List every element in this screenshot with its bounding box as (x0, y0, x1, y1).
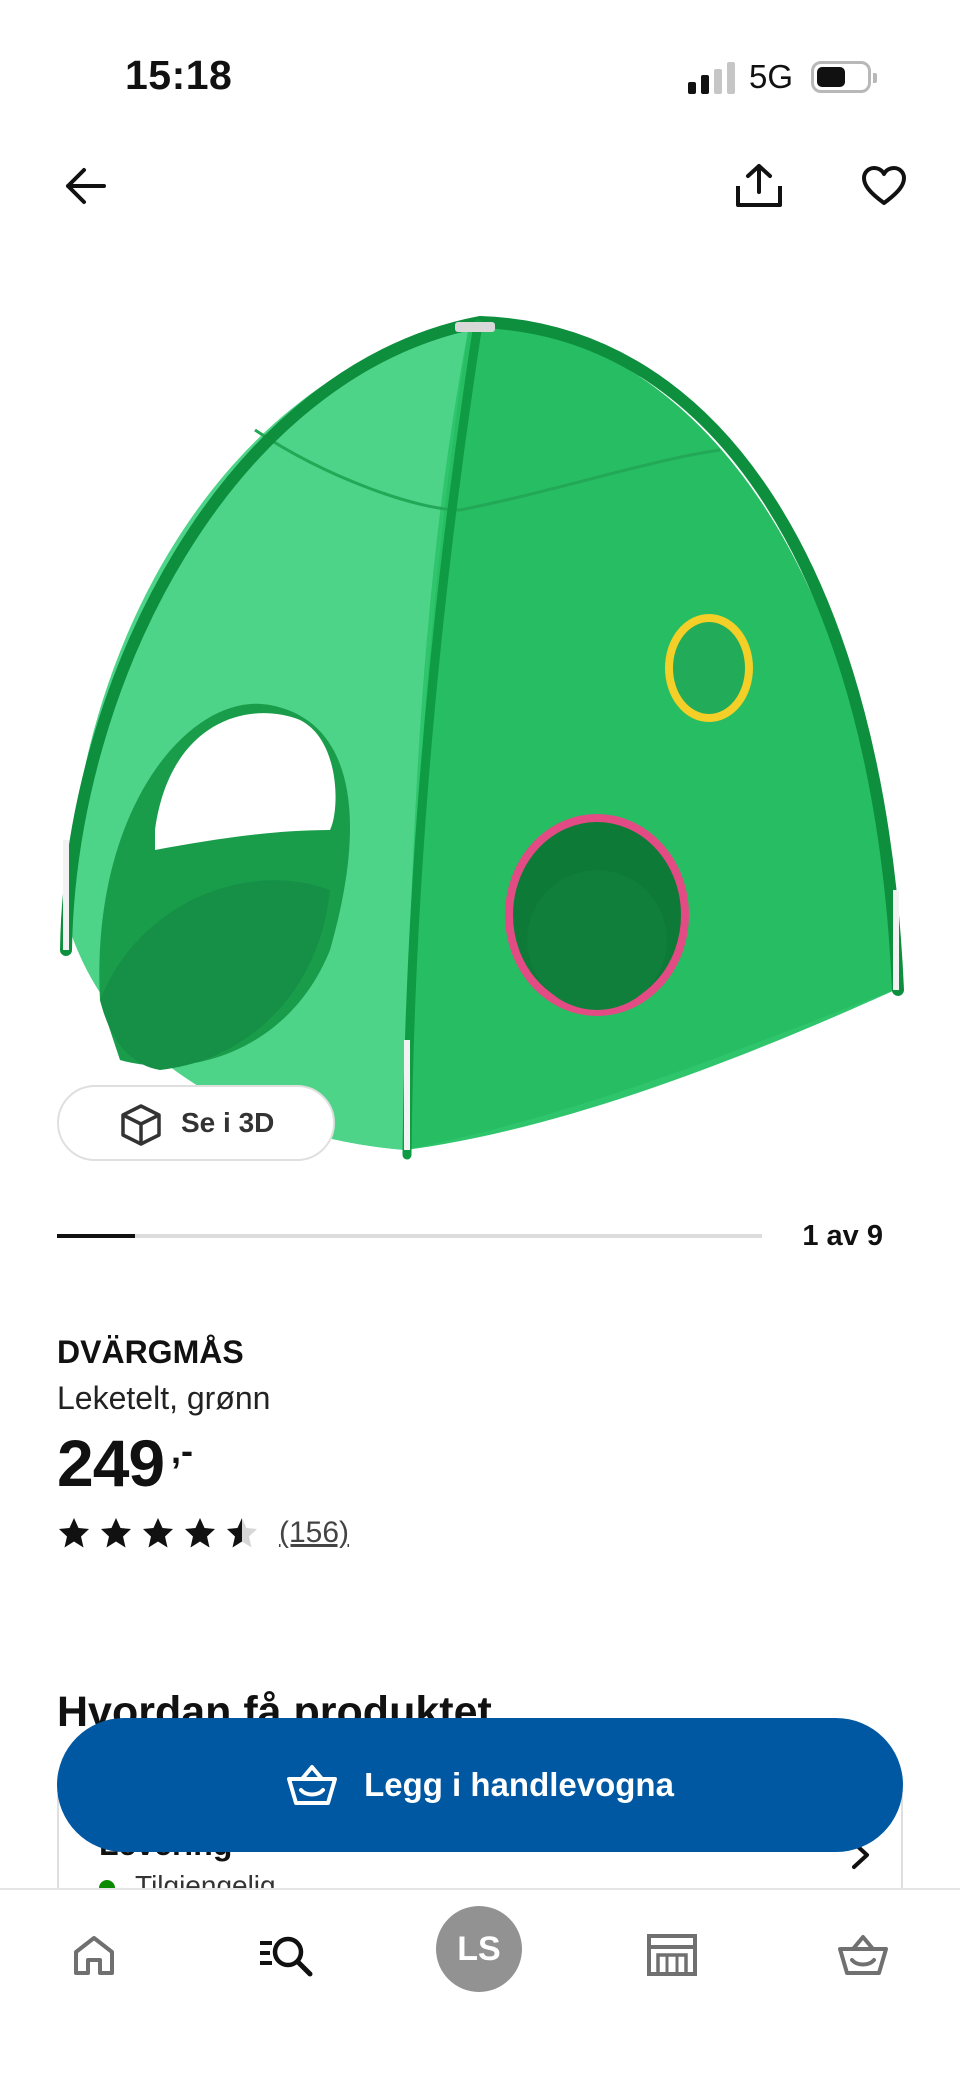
gallery-counter: 1 av 9 (802, 1220, 883, 1252)
cube-icon (121, 1104, 161, 1146)
review-count-link[interactable]: (156) (279, 1516, 349, 1550)
product-rating[interactable]: (156) (57, 1513, 349, 1553)
view-in-3d-button[interactable]: Se i 3D (57, 1085, 335, 1161)
search-icon (260, 1936, 313, 1977)
add-to-cart-button[interactable]: Legg i handlevogna (57, 1718, 903, 1852)
rating-star-icon (227, 1518, 257, 1548)
product-name: DVÄRGMÅS (57, 1334, 244, 1370)
store-icon (647, 1934, 697, 1976)
product-price: 249 (57, 1426, 165, 1500)
rating-star-icon (143, 1518, 173, 1548)
product-description: Leketelt, grønn (57, 1380, 271, 1416)
battery-icon (811, 61, 877, 93)
rating-star-icon (185, 1518, 215, 1548)
nav-search[interactable] (241, 1910, 331, 2000)
add-to-cart-label: Legg i handlevogna (364, 1766, 674, 1803)
product-image[interactable] (0, 250, 960, 1180)
rating-star-icon (101, 1518, 131, 1548)
home-icon (74, 1936, 114, 1975)
rating-stars (57, 1516, 267, 1550)
cart-icon (838, 1935, 888, 1975)
favorite-button[interactable] (848, 150, 920, 222)
nav-store[interactable] (627, 1910, 717, 2000)
tent-illustration (60, 315, 904, 1160)
network-label: 5G (749, 58, 794, 95)
arrow-left-icon (66, 168, 106, 204)
bottom-navigation: LS (0, 1888, 960, 2087)
heart-icon (862, 166, 906, 205)
status-time: 15:18 (125, 52, 233, 98)
price-suffix: ,- (171, 1430, 193, 1471)
gallery-progress-fill (57, 1234, 136, 1238)
rating-star-icon (59, 1518, 89, 1548)
view-in-3d-label: Se i 3D (181, 1107, 275, 1138)
signal-icon (688, 62, 736, 94)
gallery-progress-track (57, 1234, 762, 1238)
nav-cart[interactable] (818, 1910, 908, 2000)
basket-icon (287, 1765, 338, 1805)
share-button[interactable] (723, 150, 795, 222)
status-bar: 15:18 5G (0, 0, 960, 150)
back-button[interactable] (50, 150, 122, 222)
share-icon (736, 164, 782, 207)
nav-home[interactable] (49, 1910, 139, 2000)
nav-profile-avatar[interactable]: LS (436, 1906, 522, 1992)
